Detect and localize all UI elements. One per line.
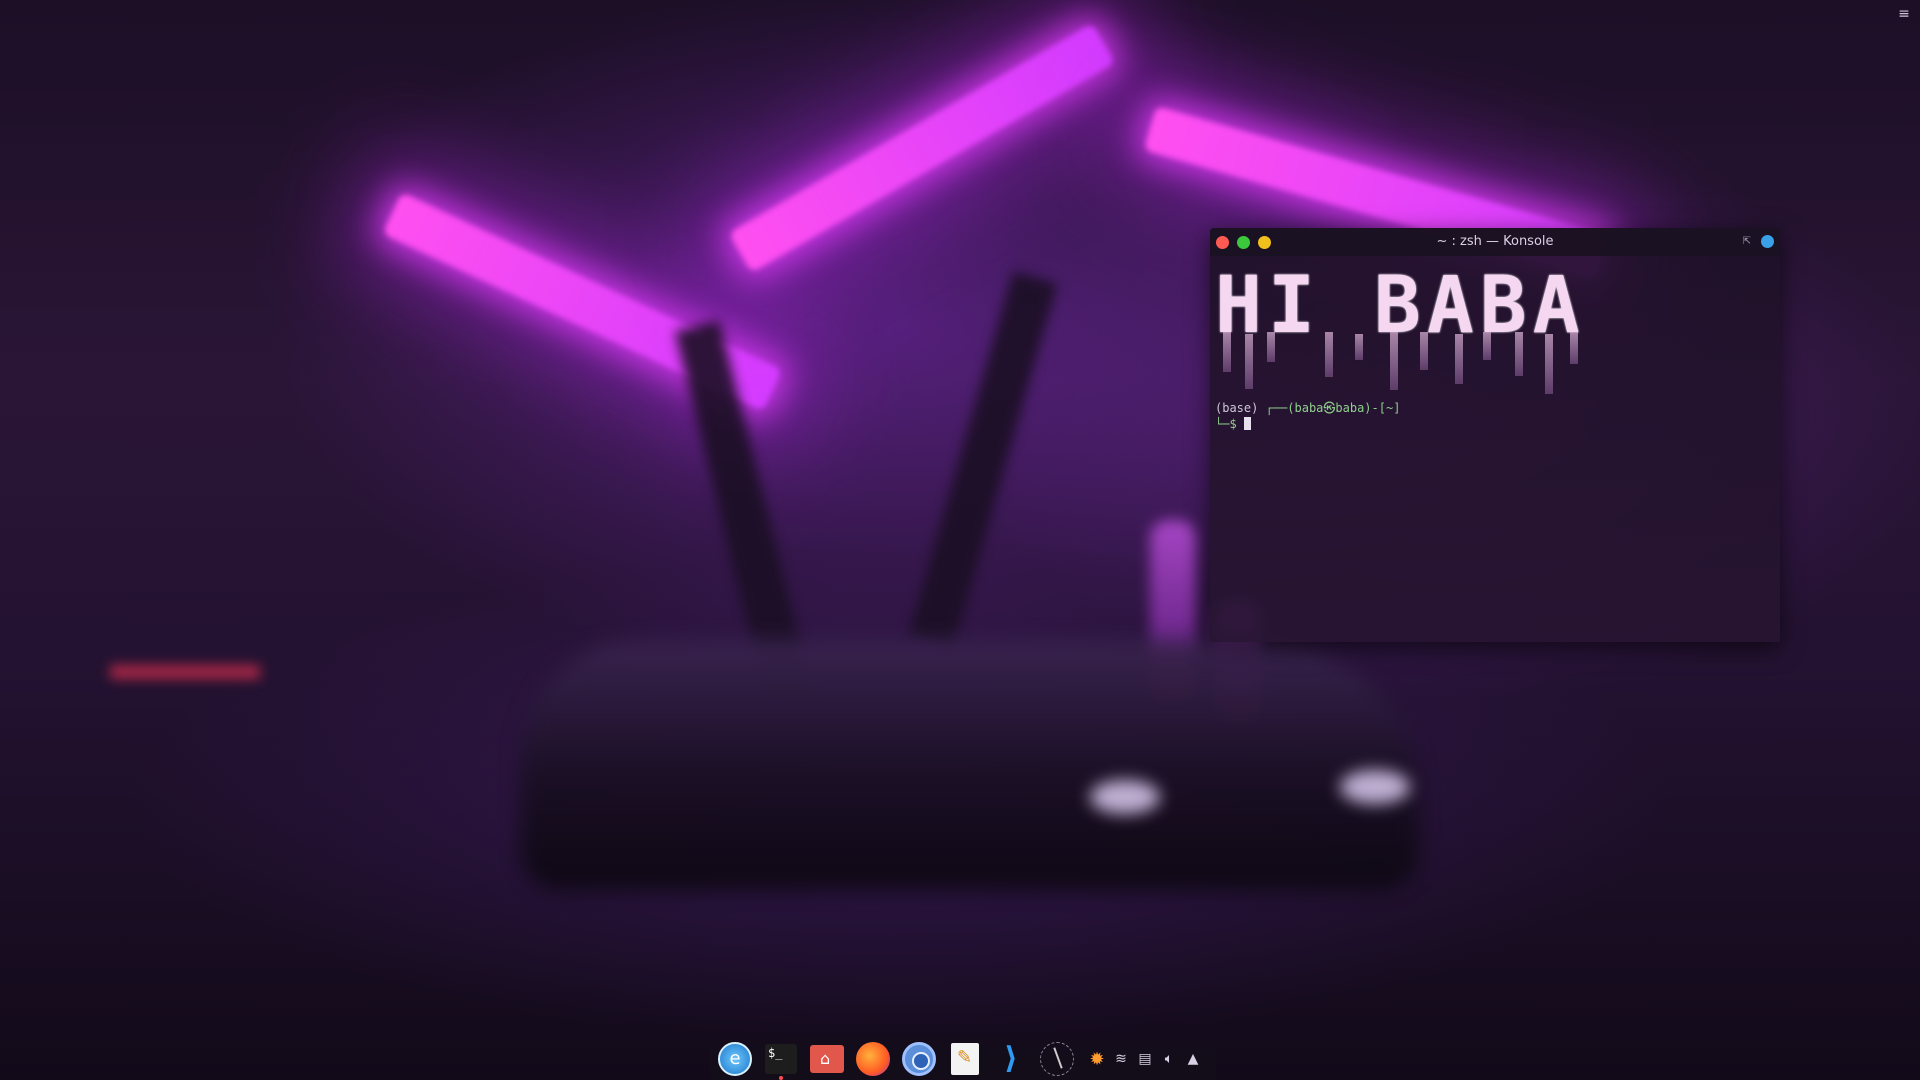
terminal-icon: $_ (765, 1044, 797, 1074)
elementary-icon: e (718, 1042, 752, 1076)
dock-terminal[interactable]: $_ (762, 1040, 800, 1080)
wallpaper-car (520, 640, 1420, 890)
wifi-icon[interactable]: ≋ (1112, 1051, 1130, 1067)
dock-firefox[interactable] (854, 1040, 892, 1078)
window-titlebar[interactable]: ~ : zsh — Konsole ⇱ (1210, 228, 1780, 256)
chromium-icon (902, 1042, 936, 1076)
clipboard-icon[interactable]: ▤ (1136, 1051, 1154, 1067)
keep-above-icon[interactable]: ⇱ (1743, 236, 1751, 247)
window-menu-button[interactable] (1761, 235, 1774, 248)
prompt-symbol: └─$ (1215, 417, 1237, 431)
dock-files[interactable] (808, 1040, 846, 1078)
vscode-icon: ⟩ (1004, 1041, 1018, 1076)
text-cursor (1243, 417, 1251, 430)
files-icon (810, 1045, 844, 1073)
wallpaper-red-glow (110, 665, 260, 679)
wallpaper-neon-middle (728, 23, 1116, 273)
dock-vscode[interactable]: ⟩ (992, 1040, 1030, 1078)
system-tray: ✹ ≋ ▤ 🔈︎ ▲ (1088, 1049, 1202, 1070)
text-editor-icon (951, 1043, 979, 1075)
dock-text-editor[interactable] (946, 1040, 984, 1078)
ascii-banner: HI BABA (1215, 262, 1775, 400)
terminal-area[interactable]: HI BABA (base) ┌──(baba㉿baba)-[~] └─$ (1210, 256, 1780, 642)
user-host: (baba㉿baba) (1287, 401, 1372, 415)
clock-icon (1040, 1042, 1074, 1076)
firefox-icon (856, 1042, 890, 1076)
running-indicator (779, 1076, 783, 1080)
weather-sun-icon[interactable]: ✹ (1088, 1049, 1106, 1070)
volume-icon[interactable]: 🔈︎ (1160, 1051, 1178, 1067)
dock-elementary[interactable]: e (716, 1040, 754, 1078)
prompt-prefix: ┌── (1265, 401, 1288, 415)
dock-clock[interactable] (1038, 1040, 1076, 1078)
dock-chromium[interactable] (900, 1040, 938, 1078)
hamburger-menu-icon[interactable]: ≡ (1896, 6, 1912, 22)
tray-expand-icon[interactable]: ▲ (1184, 1051, 1202, 1067)
konsole-window: ~ : zsh — Konsole ⇱ HI BABA (base) ┌──(b… (1210, 228, 1780, 642)
prompt-line-2: └─$ (1215, 416, 1775, 432)
wallpaper-headlight (1340, 770, 1410, 804)
window-title: ~ : zsh — Konsole (1436, 234, 1554, 249)
conda-env: (base) (1215, 401, 1259, 415)
prompt-path: -[~] (1371, 401, 1401, 415)
prompt-line-1: (base) ┌──(baba㉿baba)-[~] (1215, 400, 1775, 416)
wallpaper-headlight (1090, 780, 1160, 814)
wallpaper-pillar (908, 271, 1058, 649)
dock: e $_ ⟩ ✹ ≋ ▤ 🔈︎ ▲ (710, 1038, 1216, 1080)
